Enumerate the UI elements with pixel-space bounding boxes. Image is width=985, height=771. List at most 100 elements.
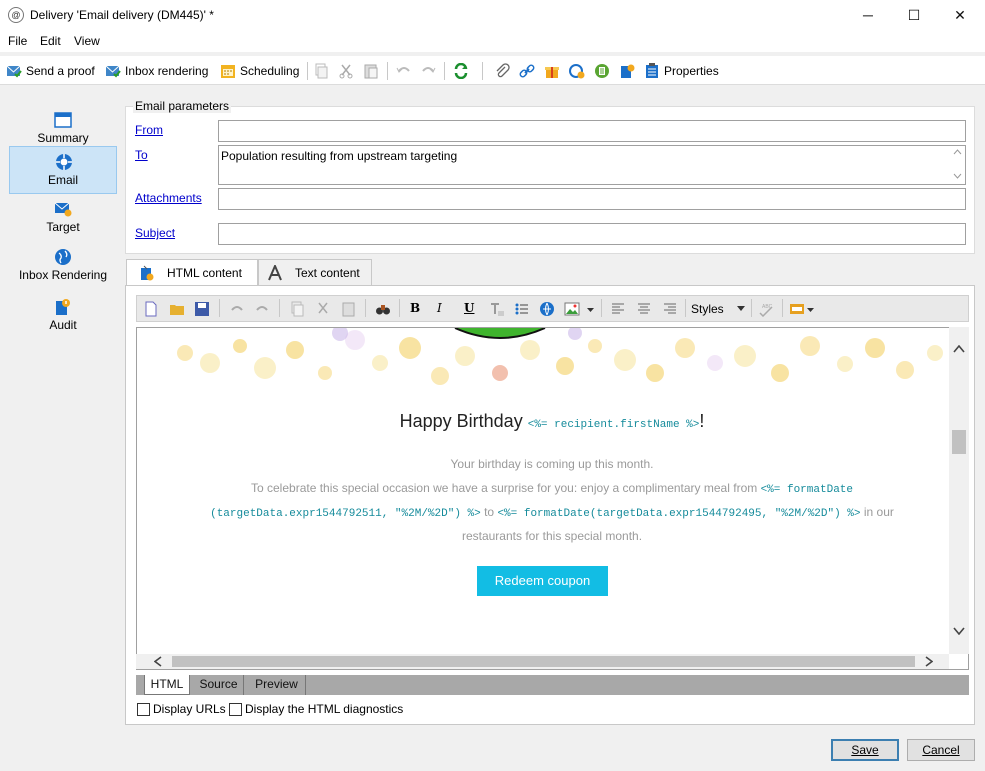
display-urls-checkbox[interactable] — [137, 702, 150, 716]
properties-label: Properties — [664, 64, 719, 78]
image-dropdown-icon[interactable] — [586, 301, 595, 317]
tab-text-content[interactable]: Text content — [258, 259, 372, 285]
personalization-dropdown-icon[interactable] — [806, 301, 815, 317]
email-preview-area[interactable]: Happy Birthday <%= recipient.firstName %… — [136, 327, 969, 670]
horizontal-scrollbar[interactable] — [136, 654, 949, 669]
italic-icon[interactable]: I — [437, 301, 453, 317]
cancel-button[interactable]: Cancel — [907, 739, 975, 761]
attachment-icon[interactable] — [494, 63, 510, 79]
scroll-down-icon[interactable] — [953, 173, 962, 179]
to-value: Population resulting from upstream targe… — [221, 149, 458, 163]
scroll-right-arrow-icon[interactable] — [925, 656, 933, 667]
editor-cut-icon[interactable] — [315, 301, 331, 317]
editor-undo-icon[interactable] — [229, 301, 245, 317]
scroll-up-arrow-icon[interactable] — [953, 345, 965, 353]
editor-toolbar: B I U Styles ABC — [136, 295, 969, 322]
tab-preview[interactable]: Preview — [248, 675, 306, 695]
nav-target[interactable]: Target — [9, 196, 117, 244]
minimize-button[interactable]: ─ — [845, 0, 891, 30]
line-dates: (targetData.expr1544792511, "%2M/%2D") %… — [155, 505, 949, 520]
copy-icon[interactable] — [313, 63, 329, 79]
personalization-icon[interactable] — [789, 301, 805, 317]
align-left-icon[interactable] — [610, 301, 626, 317]
line-birthday-coming: Your birthday is coming up this month. — [450, 457, 654, 471]
menu-bar: File Edit View — [0, 30, 985, 52]
heading-exclamation: ! — [699, 411, 705, 431]
from-field[interactable] — [218, 120, 966, 142]
vertical-scrollbar[interactable] — [949, 327, 969, 654]
offer-icon[interactable] — [544, 63, 560, 79]
scroll-left-arrow-icon[interactable] — [154, 656, 162, 667]
bold-icon[interactable]: B — [410, 301, 426, 317]
scroll-down-arrow-icon[interactable] — [953, 627, 965, 635]
to-label[interactable]: To — [135, 148, 148, 162]
display-urls-option[interactable]: Display URLs — [137, 702, 226, 716]
to-field[interactable]: Population resulting from upstream targe… — [218, 145, 966, 185]
editor-redo-icon[interactable] — [254, 301, 270, 317]
validation-icon[interactable] — [594, 63, 610, 79]
editor-separator — [219, 299, 220, 317]
scroll-up-icon[interactable] — [953, 149, 962, 155]
html-diagnostics-option[interactable]: Display the HTML diagnostics — [229, 702, 403, 716]
insert-link-icon[interactable] — [539, 301, 555, 317]
approval-icon[interactable] — [619, 63, 635, 79]
save-icon[interactable] — [194, 301, 210, 317]
subject-label[interactable]: Subject — [135, 226, 175, 240]
redo-icon[interactable] — [420, 63, 436, 79]
horizontal-scroll-thumb[interactable] — [172, 656, 915, 667]
close-button[interactable]: ✕ — [937, 0, 983, 30]
refresh-icon[interactable] — [453, 63, 469, 79]
undo-icon[interactable] — [396, 63, 412, 79]
menu-edit[interactable]: Edit — [40, 34, 61, 48]
tab-html-content[interactable]: HTML content — [126, 259, 258, 286]
properties-button[interactable]: Properties — [644, 61, 719, 81]
new-document-icon[interactable] — [143, 301, 159, 317]
spellcheck-icon[interactable]: ABC — [758, 301, 774, 317]
nav-summary[interactable]: Summary — [9, 97, 117, 145]
vertical-scroll-thumb[interactable] — [952, 430, 966, 454]
nav-inbox-rendering[interactable]: Inbox Rendering — [9, 244, 117, 292]
subject-field[interactable] — [218, 223, 966, 245]
to-word: to — [484, 505, 495, 519]
cut-icon[interactable] — [338, 63, 354, 79]
nav-audit-label: Audit — [49, 318, 77, 332]
inbox-rendering-button[interactable]: Inbox rendering — [105, 61, 208, 81]
save-button[interactable]: Save — [831, 739, 899, 761]
nav-audit[interactable]: Audit — [9, 294, 117, 342]
bullet-list-icon[interactable] — [514, 301, 530, 317]
tab-source[interactable]: Source — [194, 675, 244, 695]
attachments-label[interactable]: Attachments — [135, 191, 202, 205]
send-proof-button[interactable]: Send a proof — [6, 61, 95, 81]
toolbar-separator — [307, 62, 308, 80]
link-icon[interactable] — [519, 63, 535, 79]
redeem-coupon-button[interactable]: Redeem coupon — [477, 566, 608, 596]
tab-text-content-label: Text content — [295, 265, 360, 280]
menu-file[interactable]: File — [8, 34, 27, 48]
from-label[interactable]: From — [135, 123, 163, 137]
underline-icon[interactable]: U — [464, 301, 480, 317]
styles-dropdown[interactable]: Styles — [691, 300, 747, 318]
editor-separator — [365, 299, 366, 317]
nav-email[interactable]: Email — [9, 146, 117, 194]
menu-view[interactable]: View — [74, 34, 100, 48]
align-right-icon[interactable] — [662, 301, 678, 317]
align-center-icon[interactable] — [636, 301, 652, 317]
html-diagnostics-checkbox[interactable] — [229, 702, 242, 716]
insert-image-icon[interactable] — [564, 301, 580, 317]
scheduling-button[interactable]: Scheduling — [220, 61, 299, 81]
text-content-icon — [268, 264, 282, 280]
editor-paste-icon[interactable] — [341, 301, 357, 317]
clear-format-icon[interactable] — [489, 301, 505, 317]
attachments-field[interactable] — [218, 188, 966, 210]
display-urls-label: Display URLs — [153, 702, 226, 716]
editor-copy-icon[interactable] — [289, 301, 305, 317]
find-binoculars-icon[interactable] — [375, 301, 391, 317]
open-folder-icon[interactable] — [169, 301, 185, 317]
tracking-icon[interactable] — [569, 63, 585, 79]
chevron-down-icon — [737, 306, 745, 311]
tab-html[interactable]: HTML — [144, 675, 190, 695]
window-title: Delivery 'Email delivery (DM445)' * — [30, 8, 214, 22]
inbox-rendering-label: Inbox rendering — [125, 64, 209, 78]
maximize-button[interactable]: ☐ — [891, 0, 937, 30]
paste-icon[interactable] — [363, 63, 379, 79]
